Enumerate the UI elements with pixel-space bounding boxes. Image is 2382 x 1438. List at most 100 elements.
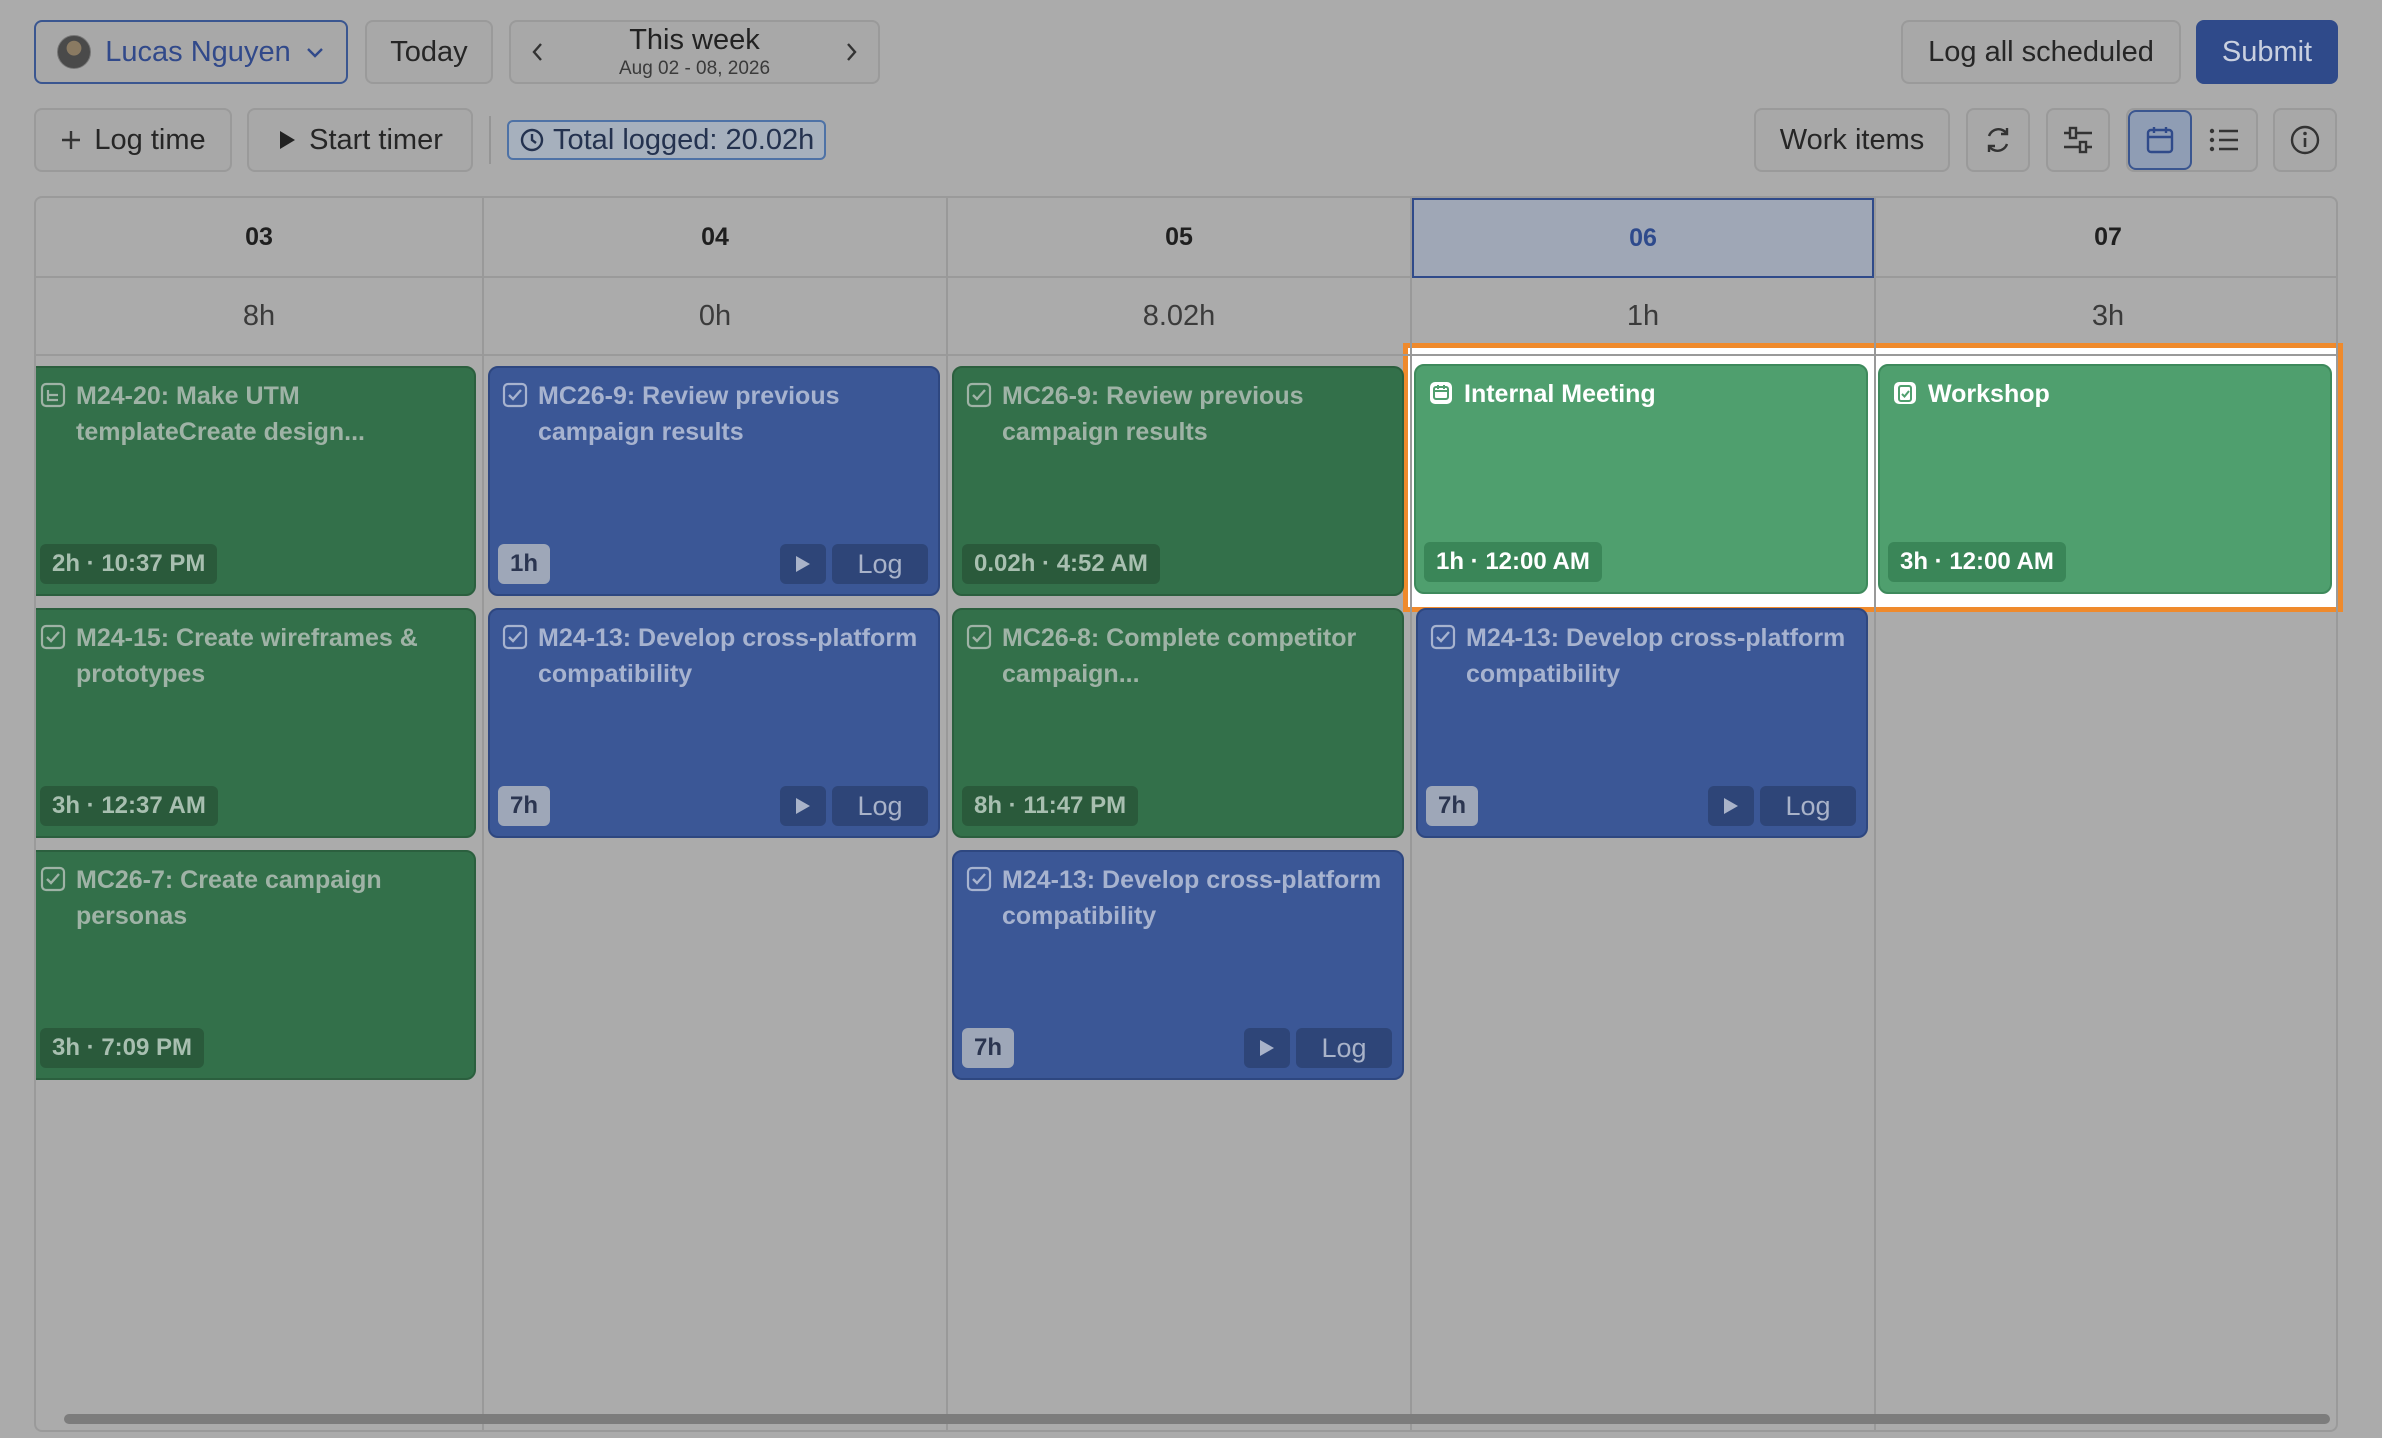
day-header-current: 06 — [1412, 198, 1874, 278]
day-header: 05 — [948, 198, 1410, 278]
checkbox-icon — [502, 382, 528, 408]
entry-duration: 1h — [498, 544, 551, 584]
checkbox-icon — [966, 382, 992, 408]
log-time-button[interactable]: Log time — [34, 108, 232, 172]
time-entry-card[interactable]: MC26-7: Create campaign personas 3h · 7:… — [36, 850, 476, 1080]
log-button[interactable]: Log — [1296, 1028, 1392, 1068]
scheduled-entry-card[interactable]: M24-13: Develop cross-platform compatibi… — [488, 608, 940, 838]
week-label: This week Aug 02 - 08, 2026 — [618, 23, 771, 80]
workshop-card[interactable]: Workshop 3h · 12:00 AM — [1878, 364, 2332, 594]
submit-label: Submit — [2221, 35, 2313, 68]
time-entry-card[interactable]: M24-20: Make UTM templateCreate design..… — [36, 366, 476, 596]
entry-title: M24-15: Create wireframes & prototypes — [76, 624, 418, 688]
play-icon — [1260, 1040, 1274, 1056]
user-avatar — [57, 35, 92, 69]
filter-settings-button[interactable] — [2046, 108, 2110, 172]
chevron-right-icon[interactable] — [842, 41, 860, 63]
time-entry-card[interactable]: MC26-9: Review previous campaign results… — [952, 366, 1404, 596]
internal-meeting-card[interactable]: Internal Meeting 1h · 12:00 AM — [1414, 364, 1868, 594]
day-total: 1h — [1412, 278, 1874, 356]
log-button[interactable]: Log — [832, 544, 928, 584]
play-icon — [280, 131, 296, 149]
week-range: Aug 02 - 08, 2026 — [618, 58, 771, 80]
day-column: 05 8.02h MC26-9: Review previous campaig… — [946, 198, 1410, 1430]
checkbox-icon — [966, 866, 992, 892]
entry-duration: 1h · 12:00 AM — [1424, 542, 1602, 582]
today-label: Today — [390, 35, 468, 68]
play-icon — [1724, 798, 1738, 814]
entry-title: M24-20: Make UTM templateCreate design..… — [76, 382, 365, 446]
entry-title: Internal Meeting — [1464, 380, 1656, 408]
play-icon — [796, 556, 810, 572]
today-button[interactable]: Today — [365, 20, 493, 84]
checkbox-icon — [966, 624, 992, 650]
refresh-button[interactable] — [1966, 108, 2030, 172]
scheduled-entry-card[interactable]: MC26-9: Review previous campaign results… — [488, 366, 940, 596]
info-button[interactable] — [2273, 108, 2337, 172]
clipboard-check-icon — [1894, 382, 1916, 404]
sliders-icon — [2064, 126, 2092, 154]
log-time-label: Log time — [94, 123, 206, 156]
scheduled-entry-card[interactable]: M24-13: Develop cross-platform compatibi… — [1416, 608, 1868, 838]
user-name: Lucas Nguyen — [105, 35, 291, 68]
day-total: 8h — [36, 278, 482, 356]
user-select-dropdown[interactable]: Lucas Nguyen — [34, 20, 348, 84]
play-button[interactable] — [1708, 786, 1754, 826]
submit-button[interactable]: Submit — [2196, 20, 2338, 84]
horizontal-scrollbar[interactable] — [64, 1414, 2330, 1424]
subtask-icon — [40, 382, 66, 408]
week-title: This week — [629, 23, 760, 56]
entry-title: MC26-8: Complete competitor campaign... — [1002, 624, 1357, 688]
chevron-down-icon — [306, 48, 323, 58]
start-timer-button[interactable]: Start timer — [247, 108, 473, 172]
day-total: 0h — [484, 278, 946, 356]
log-all-scheduled-button[interactable]: Log all scheduled — [1901, 20, 2181, 84]
day-total: 3h — [1876, 278, 2336, 356]
entry-title: MC26-7: Create campaign personas — [76, 866, 382, 930]
plus-icon — [62, 131, 81, 149]
start-timer-label: Start timer — [309, 123, 443, 156]
entry-duration: 7h — [962, 1028, 1015, 1068]
scheduled-entry-card[interactable]: M24-13: Develop cross-platform compatibi… — [952, 850, 1404, 1080]
day-header: 03 — [36, 198, 482, 278]
log-all-label: Log all scheduled — [1928, 35, 2154, 68]
entry-duration: 3h · 12:37 AM — [40, 786, 218, 826]
checkbox-icon — [40, 624, 66, 650]
calendar-view-button[interactable] — [2128, 110, 2192, 170]
entry-duration: 2h · 10:37 PM — [40, 544, 218, 584]
day-header: 04 — [484, 198, 946, 278]
time-entry-card[interactable]: MC26-8: Complete competitor campaign... … — [952, 608, 1404, 838]
work-items-label: Work items — [1779, 123, 1925, 156]
list-view-button[interactable] — [2192, 110, 2256, 170]
day-total: 8.02h — [948, 278, 1410, 356]
entry-title: Workshop — [1928, 380, 2050, 408]
entry-duration: 3h · 7:09 PM — [40, 1028, 205, 1068]
entry-title: M24-13: Develop cross-platform compatibi… — [538, 624, 918, 688]
log-button[interactable]: Log — [832, 786, 928, 826]
work-items-button[interactable]: Work items — [1754, 108, 1950, 172]
log-button[interactable]: Log — [1760, 786, 1856, 826]
entry-duration: 3h · 12:00 AM — [1888, 542, 2066, 582]
view-toggle — [2126, 108, 2258, 172]
entry-title: MC26-9: Review previous campaign results — [538, 382, 840, 446]
list-icon — [2209, 128, 2238, 152]
total-logged-text: Total logged: 20.02h — [553, 123, 815, 156]
time-entry-card[interactable]: M24-15: Create wireframes & prototypes 3… — [36, 608, 476, 838]
day-header: 07 — [1876, 198, 2336, 278]
checkbox-icon — [502, 624, 528, 650]
week-navigator: This week Aug 02 - 08, 2026 — [509, 20, 880, 84]
play-button[interactable] — [780, 544, 826, 584]
entry-title: M24-13: Develop cross-platform compatibi… — [1466, 624, 1846, 688]
play-button[interactable] — [780, 786, 826, 826]
refresh-icon — [1987, 128, 2009, 152]
calendar-event-icon — [1430, 382, 1452, 404]
toolbar-divider — [489, 116, 491, 164]
play-button[interactable] — [1244, 1028, 1290, 1068]
play-icon — [796, 798, 810, 814]
entry-duration: 7h — [498, 786, 551, 826]
checkbox-icon — [1430, 624, 1456, 650]
checkbox-icon — [40, 866, 66, 892]
chevron-left-icon[interactable] — [529, 41, 547, 63]
day-column: 03 8h M24-20: Make UTM templateCreate de… — [36, 198, 482, 1430]
entry-title: MC26-9: Review previous campaign results — [1002, 382, 1304, 446]
